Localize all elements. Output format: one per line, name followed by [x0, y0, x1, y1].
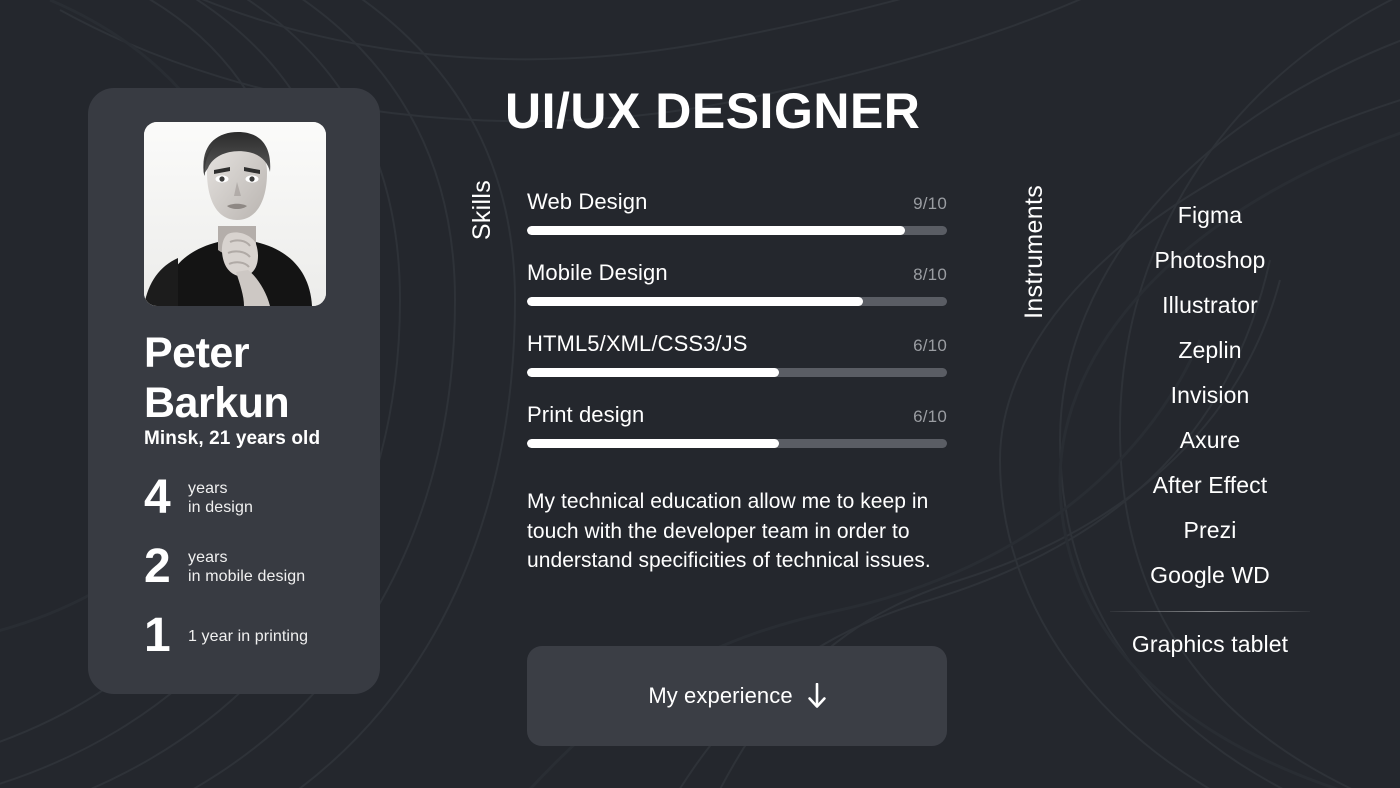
- skill-progress-track: [527, 439, 947, 448]
- skills-list: Web Design 9/10 Mobile Design 8/10 HTML5…: [527, 189, 947, 473]
- stat-item: 2 years in mobile design: [144, 539, 374, 595]
- instrument-item: Invision: [1170, 382, 1250, 408]
- skill-header: Web Design 9/10: [527, 189, 947, 215]
- resume-stage: Peter Barkun Minsk, 21 years old 4 years…: [0, 0, 1400, 788]
- stat-label: years in mobile design: [184, 548, 305, 586]
- instrument-item: Zeplin: [1178, 337, 1242, 363]
- stat-label: 1 year in printing: [184, 627, 308, 646]
- stat-number: 1: [144, 609, 171, 662]
- skill-progress-fill: [527, 368, 779, 377]
- skill-row: Print design 6/10: [527, 402, 947, 448]
- skill-header: HTML5/XML/CSS3/JS 6/10: [527, 331, 947, 357]
- arrow-down-icon: [807, 682, 826, 709]
- skill-progress-fill: [527, 226, 905, 235]
- skill-progress-track: [527, 297, 947, 306]
- skill-progress-fill: [527, 297, 863, 306]
- skills-section-label: Skills: [468, 180, 496, 241]
- stat-number: 2: [144, 540, 171, 593]
- experience-stats: 4 years in design 2 years in mobile desi…: [144, 470, 374, 677]
- stat-label-line1: years: [188, 549, 228, 566]
- instrument-item: Prezi: [1183, 517, 1237, 543]
- skill-progress-track: [527, 368, 947, 377]
- stat-label-line2: in mobile design: [188, 568, 306, 585]
- stat-label-line1: 1 year in printing: [188, 627, 309, 645]
- skill-header: Mobile Design 8/10: [527, 260, 947, 286]
- skill-name: Mobile Design: [527, 260, 668, 285]
- person-name: Peter Barkun: [144, 328, 368, 428]
- stat-label: years in design: [184, 479, 253, 517]
- instruments-section-label: Instruments: [1020, 185, 1048, 319]
- instrument-item: Axure: [1179, 427, 1241, 453]
- stat-number: 4: [144, 471, 171, 524]
- skill-progress-track: [527, 226, 947, 235]
- instrument-item: Photoshop: [1154, 247, 1266, 273]
- person-name-last: Barkun: [144, 379, 290, 427]
- about-description: My technical education allow me to keep …: [527, 490, 931, 572]
- instruments-extra-item: Graphics tablet: [1131, 631, 1289, 657]
- instruments-list: Figma Photoshop Illustrator Zeplin Invis…: [1065, 193, 1355, 667]
- stat-label-line2: in design: [188, 499, 253, 516]
- my-experience-button[interactable]: My experience: [527, 646, 947, 746]
- stat-label-line1: years: [188, 480, 228, 497]
- skill-score: 8/10: [913, 265, 947, 284]
- skill-row: HTML5/XML/CSS3/JS 6/10: [527, 331, 947, 377]
- profile-card: Peter Barkun Minsk, 21 years old 4 years…: [88, 88, 380, 694]
- skill-row: Mobile Design 8/10: [527, 260, 947, 306]
- instrument-item: Figma: [1177, 202, 1243, 228]
- instrument-item: After Effect: [1152, 472, 1268, 498]
- skill-name: HTML5/XML/CSS3/JS: [527, 331, 748, 356]
- skill-header: Print design 6/10: [527, 402, 947, 428]
- skill-name: Web Design: [527, 189, 648, 214]
- skill-name: Print design: [527, 402, 645, 427]
- instrument-item: Google WD: [1150, 562, 1270, 588]
- skill-score: 9/10: [913, 194, 947, 213]
- page-title: UI/UX DESIGNER: [505, 83, 921, 139]
- avatar: [144, 122, 326, 306]
- skill-score: 6/10: [913, 336, 947, 355]
- my-experience-label: My experience: [648, 683, 793, 708]
- person-location-age: Minsk, 21 years old: [144, 428, 321, 449]
- stat-item: 1 1 year in printing: [144, 608, 374, 664]
- stat-item: 4 years in design: [144, 470, 374, 526]
- person-name-first: Peter: [144, 329, 250, 377]
- instrument-item: Illustrator: [1162, 292, 1258, 318]
- skill-row: Web Design 9/10: [527, 189, 947, 235]
- skill-progress-fill: [527, 439, 779, 448]
- skill-score: 6/10: [913, 407, 947, 426]
- instruments-divider: [1110, 611, 1310, 612]
